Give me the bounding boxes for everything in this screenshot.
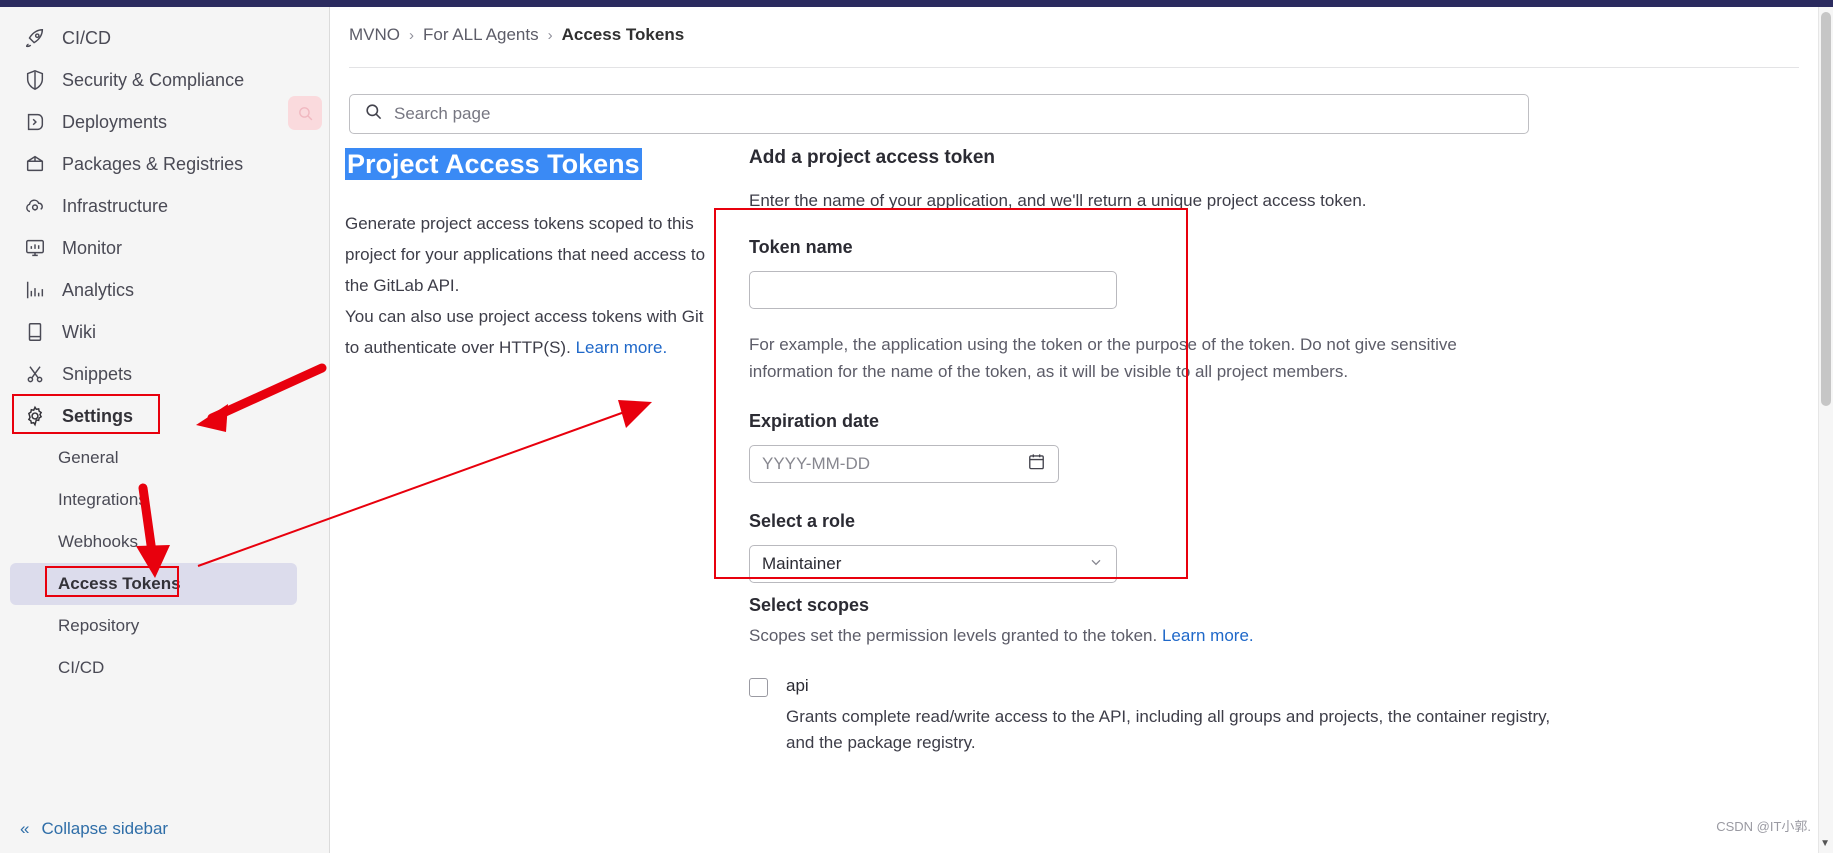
sidebar-item-snippets[interactable]: Snippets	[0, 353, 329, 395]
sidebar-subitem-label: Repository	[58, 616, 140, 635]
cloud-gear-icon	[22, 193, 48, 219]
breadcrumb-item-access-tokens[interactable]: Access Tokens	[562, 25, 685, 45]
scopes-description-text: Scopes set the permission levels granted…	[749, 626, 1158, 645]
rocket-icon	[22, 25, 48, 51]
sidebar-subitem-webhooks[interactable]: Webhooks	[0, 521, 329, 563]
sidebar-item-monitor[interactable]: Monitor	[0, 227, 329, 269]
sidebar-subitem-label: Integrations	[58, 490, 147, 509]
sidebar-subitem-integrations[interactable]: Integrations	[0, 479, 329, 521]
watermark: CSDN @IT小郭.	[1716, 819, 1811, 834]
page-scrollbar[interactable]: ▲ ▼	[1818, 7, 1833, 853]
token-name-label: Token name	[749, 237, 853, 257]
scope-name-api: api	[786, 676, 809, 695]
token-name-helper-text: For example, the application using the t…	[749, 335, 1457, 381]
scopes-heading: Select scopes	[749, 595, 870, 615]
chart-icon	[22, 277, 48, 303]
sidebar-subitem-access-tokens[interactable]: Access Tokens	[10, 563, 297, 605]
sidebar-item-label: Deployments	[62, 111, 168, 132]
search-icon	[364, 102, 383, 126]
sidebar-item-label: Analytics	[62, 279, 135, 300]
role-select-value: Maintainer	[762, 554, 842, 573]
sidebar-item-wiki[interactable]: Wiki	[0, 311, 329, 353]
page-scroll-down-icon[interactable]: ▼	[1820, 839, 1830, 849]
collapse-sidebar-button[interactable]: « Collapse sidebar	[0, 819, 329, 839]
sidebar-item-label: Settings	[62, 405, 134, 426]
cursor-highlight	[288, 96, 322, 130]
form-subheading: Enter the name of your application, and …	[749, 191, 1367, 210]
sidebar-subitem-repository[interactable]: Repository	[0, 605, 329, 647]
sidebar-item-packages-registries[interactable]: Packages & Registries	[0, 143, 329, 185]
sidebar-item-security-compliance[interactable]: Security & Compliance	[0, 59, 329, 101]
scope-checkbox-api[interactable]	[749, 678, 768, 697]
search-placeholder: Search page	[394, 104, 491, 123]
token-name-input[interactable]	[749, 271, 1117, 309]
sidebar-subitem-label: Webhooks	[58, 532, 139, 551]
add-token-form: Add a project access token Enter the nam…	[749, 147, 1809, 756]
left-learn-more-link[interactable]: Learn more.	[576, 338, 668, 357]
sidebar-item-settings[interactable]: Settings	[0, 395, 329, 437]
book-icon	[22, 319, 48, 345]
header-divider	[349, 67, 1799, 68]
breadcrumb-separator-icon: ›	[547, 26, 553, 44]
left-description-column: Project Access Tokens Generate project a…	[345, 147, 715, 363]
sidebar: CI/CD Security & Compliance Deployments	[0, 7, 330, 853]
calendar-icon[interactable]	[1027, 452, 1046, 476]
breadcrumb-item-mvno[interactable]: MVNO	[349, 25, 400, 45]
role-select[interactable]: Maintainer	[749, 545, 1117, 583]
sidebar-item-deployments[interactable]: Deployments	[0, 101, 329, 143]
breadcrumb-separator-icon: ›	[409, 26, 414, 44]
gear-icon	[22, 403, 48, 429]
sidebar-item-label: Monitor	[62, 237, 123, 258]
role-label: Select a role	[749, 511, 856, 531]
scope-api-body: api	[786, 676, 809, 696]
collapse-sidebar-label: Collapse sidebar	[41, 819, 169, 838]
breadcrumb: MVNO › For ALL Agents › Access Tokens	[349, 25, 684, 45]
chevron-down-icon	[1088, 554, 1104, 575]
top-bar	[0, 0, 1833, 7]
sidebar-item-label: Packages & Registries	[62, 153, 244, 174]
search-input[interactable]: Search page	[349, 94, 1529, 134]
sidebar-item-ci-cd[interactable]: CI/CD	[0, 17, 329, 59]
monitor-icon	[22, 235, 48, 261]
package-icon	[22, 151, 48, 177]
page-title: Project Access Tokens	[345, 148, 642, 180]
double-chevron-left-icon: «	[20, 819, 30, 838]
sidebar-subitem-label: Access Tokens	[58, 574, 181, 593]
shield-icon	[22, 67, 48, 93]
sidebar-subitem-general[interactable]: General	[0, 437, 329, 479]
sidebar-item-label: Security & Compliance	[62, 69, 245, 90]
sidebar-nav-list: CI/CD Security & Compliance Deployments	[0, 7, 329, 689]
sidebar-item-label: Snippets	[62, 363, 133, 384]
left-paragraph: Generate project access tokens scoped to…	[345, 208, 715, 363]
scopes-learn-more-link[interactable]: Learn more.	[1162, 626, 1254, 645]
scope-item-api: api	[749, 676, 1809, 697]
sidebar-subitem-label: CI/CD	[58, 658, 105, 677]
page-scrollbar-thumb[interactable]	[1821, 12, 1831, 406]
expiration-date-label: Expiration date	[749, 411, 880, 431]
breadcrumb-item-for-all-agents[interactable]: For ALL Agents	[423, 25, 539, 45]
sidebar-subitem-label: General	[58, 448, 119, 467]
sidebar-subitem-ci-cd[interactable]: CI/CD	[0, 647, 329, 689]
sidebar-item-infrastructure[interactable]: Infrastructure	[0, 185, 329, 227]
scopes-description: Scopes set the permission levels granted…	[749, 626, 1809, 646]
expiration-date-input[interactable]: YYYY-MM-DD	[749, 445, 1059, 483]
sidebar-item-analytics[interactable]: Analytics	[0, 269, 329, 311]
main-content: MVNO › For ALL Agents › Access Tokens Se…	[331, 7, 1833, 853]
deployments-icon	[22, 109, 48, 135]
sidebar-item-label: Infrastructure	[62, 195, 169, 216]
sidebar-item-label: Wiki	[62, 321, 96, 342]
sidebar-item-label: CI/CD	[62, 27, 111, 48]
scissors-icon	[22, 361, 48, 387]
scope-description-api: Grants complete read/write access to the…	[786, 707, 1551, 752]
expiration-date-placeholder: YYYY-MM-DD	[762, 454, 870, 473]
form-heading: Add a project access token	[749, 147, 996, 168]
left-paragraph-1: Generate project access tokens scoped to…	[345, 213, 706, 295]
